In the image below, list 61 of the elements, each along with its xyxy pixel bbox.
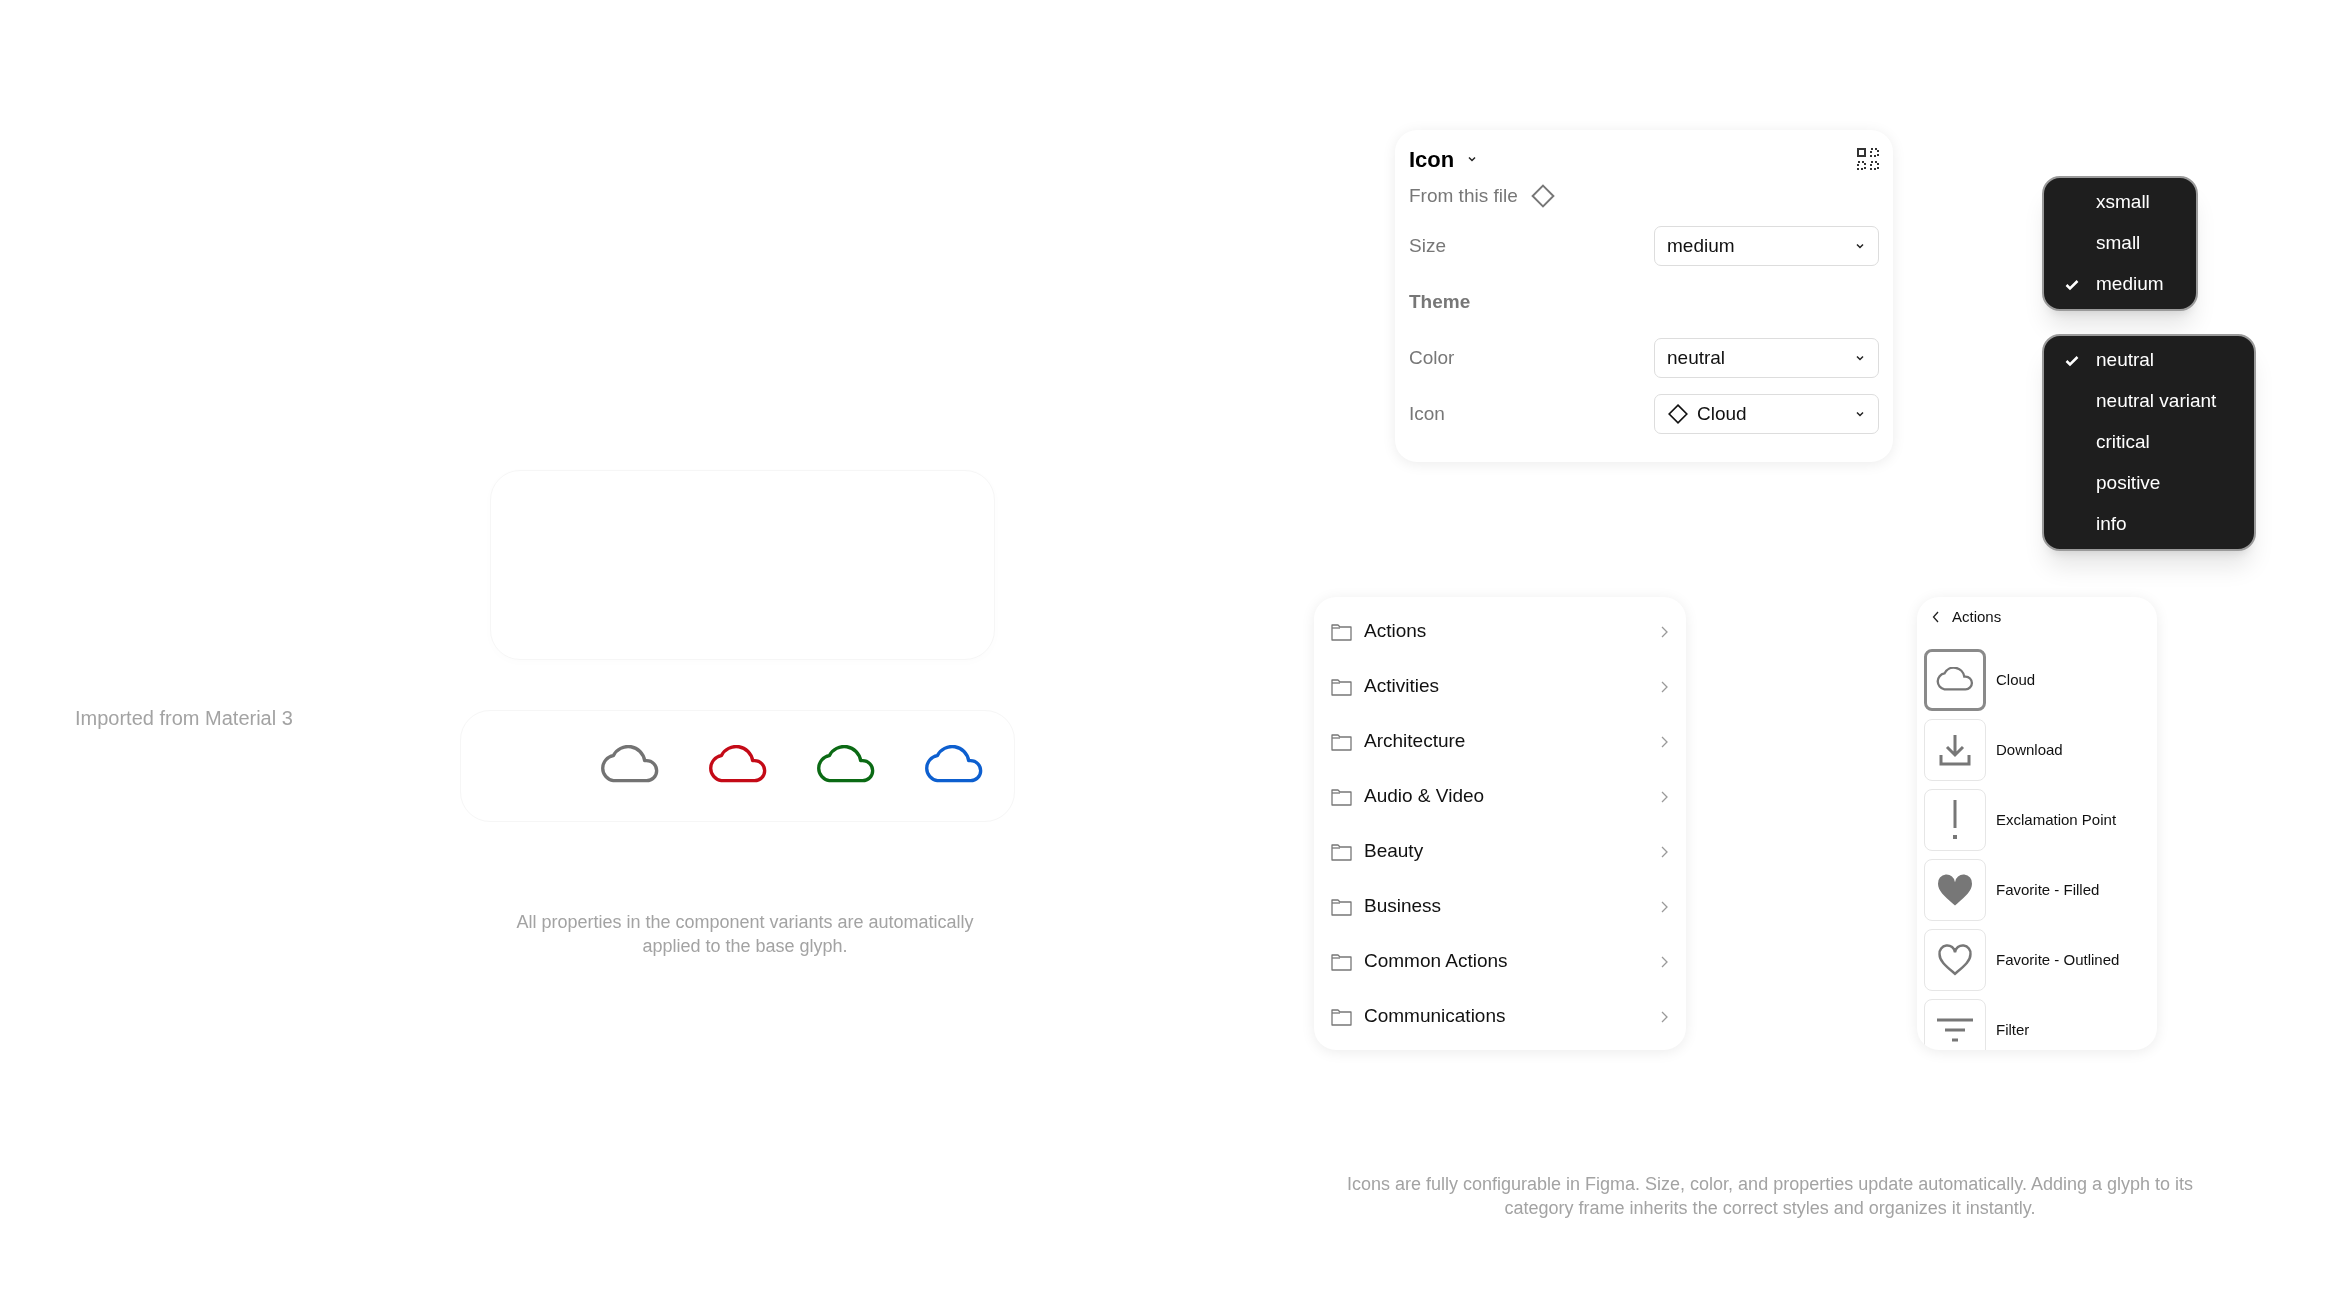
menu-item[interactable]: xsmall <box>2044 182 2196 223</box>
component-title-button[interactable]: Icon <box>1409 142 1479 176</box>
chevron-right-icon <box>1659 679 1669 694</box>
heart-outline-icon <box>1936 943 1974 977</box>
category-item[interactable]: Business <box>1331 879 1669 934</box>
icon-list-item[interactable]: Favorite - Filled <box>1924 859 2157 921</box>
chevron-right-icon <box>1659 789 1669 804</box>
select-field[interactable]: neutral <box>1654 338 1879 378</box>
folder-icon <box>1331 732 1352 751</box>
icon-list-item[interactable]: Filter <box>1924 999 2157 1050</box>
select-field[interactable]: Cloud <box>1654 394 1879 434</box>
category-item[interactable]: Common Actions <box>1331 934 1669 989</box>
diamond-icon <box>1667 403 1689 425</box>
chevron-right-icon <box>1659 899 1669 914</box>
heart-icon <box>1936 873 1974 907</box>
menu-item[interactable]: small <box>2044 223 2196 264</box>
folder-icon <box>1331 622 1352 641</box>
menu-item[interactable]: positive <box>2044 463 2254 504</box>
icon-list-item[interactable]: Exclamation Point <box>1924 789 2157 851</box>
menu-item[interactable]: medium <box>2044 264 2196 305</box>
menu-item[interactable]: info <box>2044 504 2254 545</box>
cloud-icon <box>1936 667 1974 693</box>
category-item[interactable]: Actions <box>1331 604 1669 659</box>
exclamation-icon <box>1951 800 1959 840</box>
chevron-right-icon <box>1659 734 1669 749</box>
icon-list-item[interactable]: Download <box>1924 719 2157 781</box>
property-label: Theme <box>1409 289 1471 314</box>
folder-icon <box>1331 842 1352 861</box>
chevron-left-icon <box>1932 611 1940 623</box>
property-label: Color <box>1409 345 1455 370</box>
folder-icon <box>1331 897 1352 916</box>
property-label: Size <box>1409 233 1446 258</box>
category-item[interactable]: Activities <box>1331 659 1669 714</box>
chevron-right-icon <box>1659 1009 1669 1024</box>
grid-icon[interactable] <box>1857 148 1879 170</box>
folder-icon <box>1331 677 1352 696</box>
menu-item[interactable]: neutral variant <box>2044 381 2254 422</box>
icon-list-item[interactable]: Favorite - Outlined <box>1924 929 2157 991</box>
menu-item[interactable]: critical <box>2044 422 2254 463</box>
import-note: Imported from Material 3 <box>75 706 293 731</box>
back-button[interactable]: Actions <box>1924 597 2002 637</box>
chevron-right-icon <box>1659 844 1669 859</box>
folder-icon <box>1331 1007 1352 1026</box>
chevron-right-icon <box>1659 624 1669 639</box>
chevron-right-icon <box>1659 954 1669 969</box>
category-item[interactable]: Architecture <box>1331 714 1669 769</box>
folder-icon <box>1331 952 1352 971</box>
select-field[interactable]: medium <box>1654 226 1879 266</box>
download-icon <box>1937 732 1973 768</box>
caption: All properties in the component variants are automatically applied to the base glyph. <box>515 911 975 958</box>
folder-icon <box>1331 787 1352 806</box>
property-label: Icon <box>1409 401 1445 426</box>
diamond-icon <box>1529 183 1556 209</box>
category-item[interactable]: Communications <box>1331 989 1669 1044</box>
menu-item[interactable]: neutral <box>2044 340 2254 381</box>
source-label: From this file <box>1409 183 1518 208</box>
icon-list-item[interactable]: Cloud <box>1924 649 2157 711</box>
category-item[interactable]: Audio & Video <box>1331 769 1669 824</box>
footer-note: Icons are fully configurable in Figma. Size, color, and properties update automatically. Adding a glyph to its category frame inherits the correct styles and organizes it instantly. <box>1345 1173 2195 1220</box>
category-item[interactable]: Beauty <box>1331 824 1669 879</box>
filter-icon <box>1935 1018 1975 1042</box>
